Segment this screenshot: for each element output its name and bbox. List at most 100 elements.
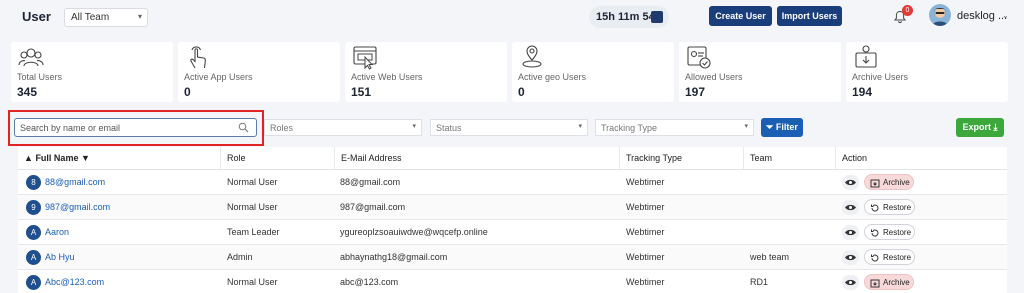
filter-button[interactable]: ⏷ Filter	[761, 118, 803, 137]
export-button[interactable]: Export ⤓	[956, 118, 1004, 137]
status-dropdown-value: Status	[436, 123, 462, 133]
user-role: Admin	[227, 252, 253, 262]
stat-label: Active geo Users	[518, 72, 587, 82]
avatar[interactable]	[929, 4, 951, 26]
user-tracking-type: Webtimer	[626, 227, 665, 237]
eye-icon	[845, 279, 856, 286]
tracking-type-dropdown[interactable]: Tracking Type ▾	[595, 119, 754, 136]
column-label: Full Name	[35, 153, 79, 163]
eye-icon	[845, 179, 856, 186]
download-icon: ⤓	[993, 122, 998, 132]
restore-icon	[871, 229, 879, 237]
search-placeholder: Search by name or email	[20, 123, 121, 133]
stat-value: 0	[184, 85, 191, 99]
user-role: Normal User	[227, 277, 278, 287]
username[interactable]: desklog ...	[957, 10, 1007, 22]
eye-icon	[845, 229, 856, 236]
stat-label: Active Web Users	[351, 72, 423, 82]
stat-value: 345	[17, 85, 38, 99]
roles-dropdown-value: Roles	[270, 123, 294, 133]
avatar: 9	[26, 200, 41, 215]
chevron-down-icon: ▾	[744, 123, 748, 130]
stat-value: 197	[685, 85, 706, 99]
stat-label: Active App Users	[184, 72, 253, 82]
user-email: abc@123.com	[340, 277, 399, 287]
archive-button-label: Archive	[883, 278, 910, 287]
stat-value: 0	[518, 85, 525, 99]
restore-button-label: Restore	[883, 203, 912, 212]
user-email: 88@gmail.com	[340, 177, 401, 187]
archive-button[interactable]: Archive	[864, 174, 914, 190]
users-icon	[18, 48, 44, 67]
export-button-label: Export	[962, 122, 991, 132]
user-tracking-type: Webtimer	[626, 202, 665, 212]
restore-button[interactable]: Restore	[864, 199, 915, 215]
restore-button[interactable]: Restore	[864, 249, 915, 265]
stat-label: Allowed Users	[685, 72, 743, 82]
user-name-link[interactable]: 987@gmail.com	[45, 202, 110, 212]
stat-label: Total Users	[17, 72, 63, 82]
tracking-type-dropdown-value: Tracking Type	[601, 123, 658, 133]
archive-user-icon	[855, 45, 877, 68]
user-name-link[interactable]: Abc@123.com	[45, 277, 104, 287]
create-user-button[interactable]: Create User	[709, 6, 772, 26]
stat-card-active-app-users: Active App Users 0	[178, 42, 340, 102]
stat-card-allowed-users: Allowed Users 197	[679, 42, 841, 102]
archive-button[interactable]: Archive	[864, 274, 914, 290]
user-name-link[interactable]: 88@gmail.com	[45, 177, 105, 187]
eye-icon	[845, 254, 856, 261]
sort-desc-icon[interactable]: ▼	[81, 153, 90, 163]
stat-card-active-web-users: Active Web Users 151	[345, 42, 507, 102]
filter-button-label: Filter	[775, 122, 798, 132]
user-tracking-type: Webtimer	[626, 277, 665, 287]
restore-button[interactable]: Restore	[864, 224, 915, 240]
user-name-link[interactable]: Aaron	[45, 227, 69, 237]
status-dropdown[interactable]: Status ▾	[430, 119, 588, 136]
column-header-action: Action	[842, 153, 868, 163]
top-bar: User All Team ▾ 15h 11m 54s Create User …	[0, 0, 1024, 36]
restore-button-label: Restore	[883, 253, 912, 262]
view-button[interactable]	[842, 175, 859, 190]
user-email: abhaynathg18@gmail.com	[340, 252, 448, 262]
import-users-button[interactable]: Import Users	[777, 6, 842, 26]
team-select-value: All Team	[71, 12, 110, 23]
user-tracking-type: Webtimer	[626, 177, 665, 187]
archive-icon	[870, 179, 880, 188]
sort-asc-icon[interactable]: ▲	[24, 153, 33, 163]
user-team: web team	[750, 252, 790, 262]
table-row: A Aaron Team Leader ygureoplzsoauiwdwe@w…	[18, 220, 1007, 245]
view-button[interactable]	[842, 225, 859, 240]
user-name-link[interactable]: Ab Hyu	[45, 252, 75, 262]
geo-user-icon	[522, 45, 542, 68]
eye-icon	[845, 204, 856, 211]
user-tracking-type: Webtimer	[626, 252, 665, 262]
avatar: A	[26, 250, 41, 265]
view-button[interactable]	[842, 275, 859, 290]
search-input[interactable]: Search by name or email	[14, 118, 257, 137]
search-icon[interactable]	[238, 122, 249, 133]
chevron-down-icon: ▾	[412, 123, 416, 130]
table-row: 8 88@gmail.com Normal User 88@gmail.com …	[18, 170, 1007, 195]
table-row: A Abc@123.com Normal User abc@123.com We…	[18, 270, 1007, 293]
user-role: Normal User	[227, 177, 278, 187]
web-click-icon	[353, 46, 377, 70]
column-header-team: Team	[744, 147, 836, 169]
stat-card-archive-users: Archive Users 194	[846, 42, 1008, 102]
stop-icon[interactable]	[651, 11, 663, 23]
team-select[interactable]: All Team ▾	[64, 8, 148, 27]
column-header-full-name[interactable]: ▲ Full Name ▼	[18, 147, 221, 169]
view-button[interactable]	[842, 250, 859, 265]
stat-value: 194	[852, 85, 873, 99]
column-header-tracking-type: Tracking Type	[620, 147, 744, 169]
chevron-down-icon[interactable]: ⌄	[1002, 11, 1009, 20]
view-button[interactable]	[842, 200, 859, 215]
roles-dropdown[interactable]: Roles ▾	[264, 119, 422, 136]
column-header-role: Role	[221, 147, 335, 169]
avatar: A	[26, 275, 41, 290]
id-check-icon	[687, 46, 711, 69]
table-row: 9 987@gmail.com Normal User 987@gmail.co…	[18, 195, 1007, 220]
work-timer: 15h 11m 54s	[589, 6, 669, 28]
user-email: 987@gmail.com	[340, 202, 406, 212]
page-title: User	[22, 9, 51, 24]
avatar: A	[26, 225, 41, 240]
